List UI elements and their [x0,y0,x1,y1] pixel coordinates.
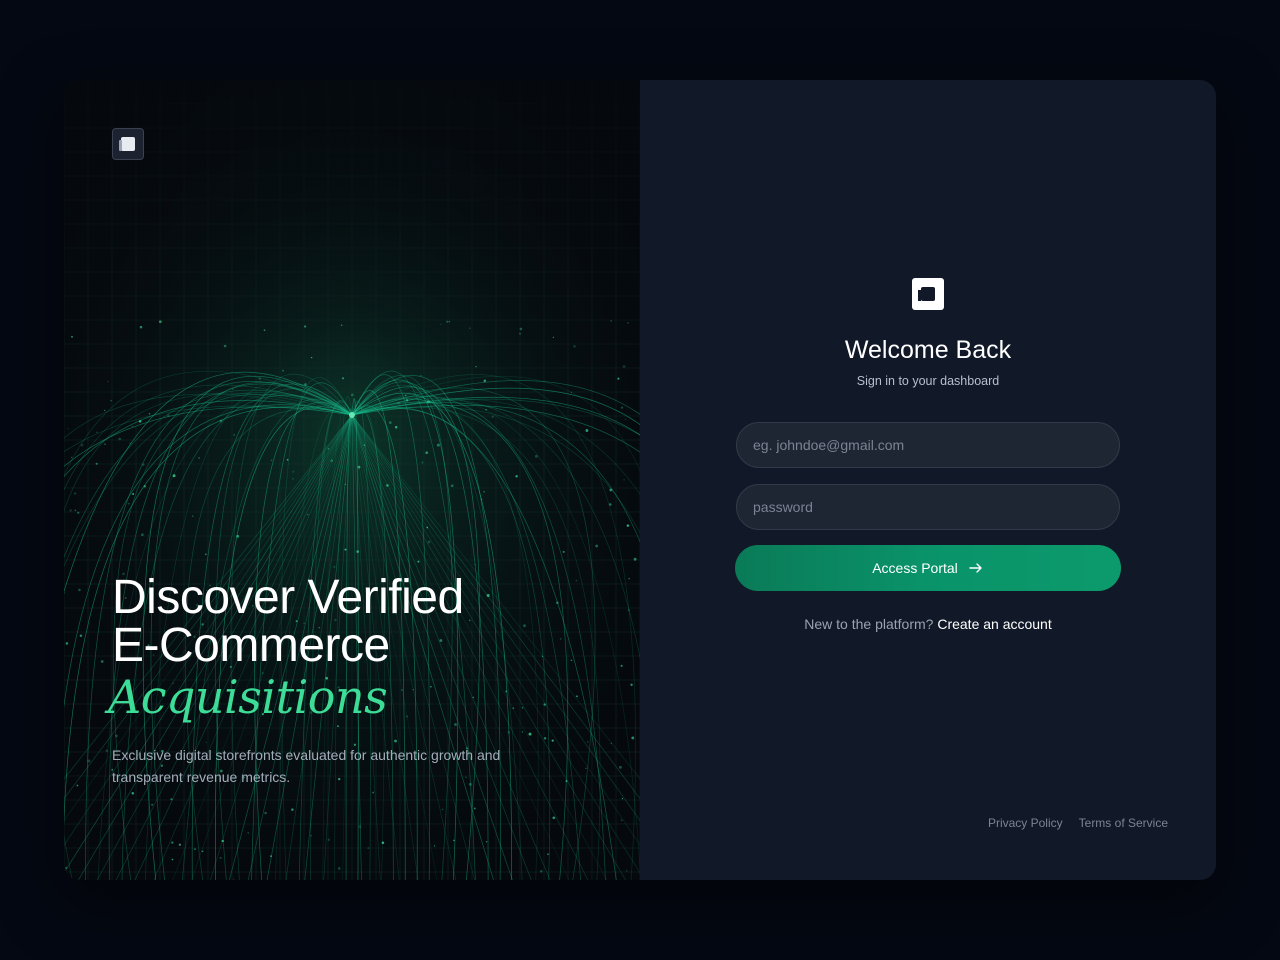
login-panel: Welcome Back Sign in to your dashboard A… [640,80,1216,880]
hero-description: Exclusive digital storefronts evaluated … [112,747,501,785]
hero-title-line1: Discover Verified [112,571,464,624]
page-subtitle: Sign in to your dashboard [856,374,1000,388]
password-field[interactable] [736,484,1120,530]
create-account-link[interactable]: Create an account [937,616,1051,632]
footer-links: Privacy Policy Terms of Service [988,816,1168,830]
arrow-right-icon [969,563,982,573]
brand-logo-icon[interactable] [112,128,144,160]
email-field[interactable] [736,422,1120,468]
signup-prompt-text: New to the platform? [804,616,934,632]
access-portal-button[interactable]: Access Portal [735,545,1121,591]
hero-panel: Discover Verified E-Commerce Acquisition… [64,80,640,880]
logo-icon [912,278,944,310]
page-title: Welcome Back [844,336,1012,364]
logo-icon [119,137,135,151]
privacy-policy-link[interactable]: Privacy Policy [988,816,1063,830]
hero-title-line2: E-Commerce [112,619,390,672]
hero-title-accent: Acquisitions [108,670,388,724]
access-portal-label: Access Portal [872,560,958,576]
login-card: Discover Verified E-Commerce Acquisition… [64,80,1216,880]
terms-of-service-link[interactable]: Terms of Service [1079,816,1168,830]
signup-prompt: New to the platform? Create an account [640,615,1216,633]
hero-text: Discover Verified E-Commerce Acquisition… [108,571,532,788]
hero-title: Discover Verified E-Commerce Acquisition… [108,571,532,725]
